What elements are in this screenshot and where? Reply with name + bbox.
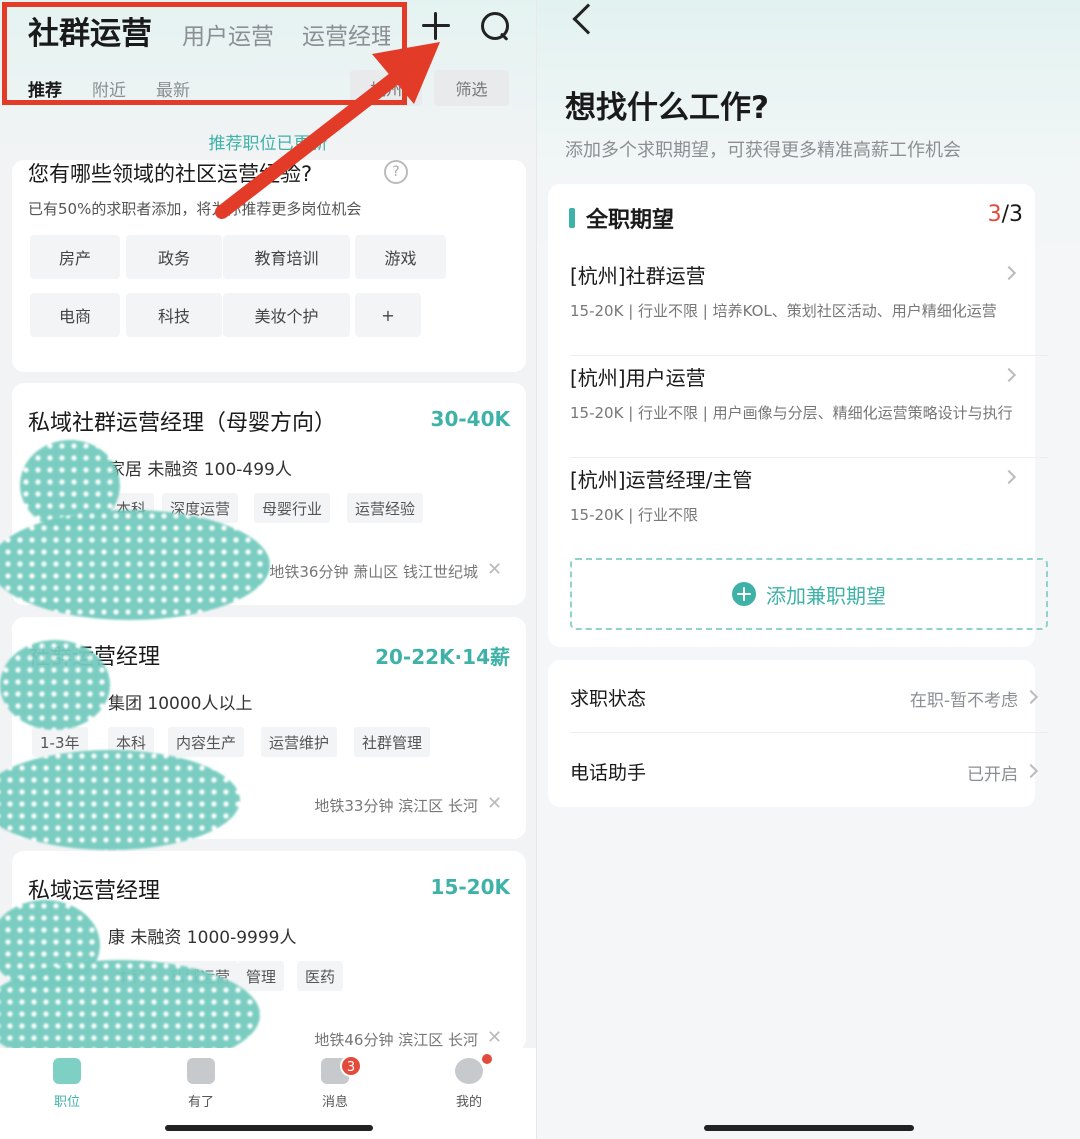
job-title: 私域社群运营经理（母婴方向） (28, 411, 337, 436)
chevron-right-icon (1001, 367, 1017, 383)
subtab-latest[interactable]: 最新 (156, 76, 190, 101)
chevron-right-icon (1001, 265, 1017, 281)
job-status-value: 在职-暂不考虑 (909, 691, 1018, 711)
job-tag: 运营经验 (347, 493, 424, 523)
left-screen: 社群运营 用户运营 运营经理 推荐 附近 最新 杭州 筛选 推荐职位已更新 您有… (0, 0, 536, 1139)
survey-tag[interactable]: 科技 (126, 293, 222, 337)
page-title: 想找什么工作? (565, 90, 769, 126)
close-icon[interactable]: ✕ (487, 793, 502, 814)
survey-tag[interactable]: 游戏 (355, 235, 446, 279)
discover-icon (187, 1058, 215, 1084)
job-tag: 运营维护 (261, 727, 338, 757)
job-tag: 内容生产 (168, 727, 245, 757)
profile-red-dot (482, 1054, 492, 1064)
subtab-nearby[interactable]: 附近 (92, 76, 126, 101)
right-screen: 想找什么工作? 添加多个求职期望，可获得更多精准高薪工作机会 全职期望 3/3 … (537, 0, 1080, 1139)
city-filter-button[interactable]: 杭州 (350, 70, 422, 106)
settings-card: 求职状态 在职-暂不考虑 电话助手 已开启 (548, 660, 1048, 807)
back-chevron-icon[interactable] (572, 3, 604, 35)
survey-tag[interactable]: 房产 (30, 235, 120, 279)
section-title: 全职期望 (586, 208, 675, 233)
phone-assistant-label: 电话助手 (570, 762, 647, 784)
help-icon[interactable]: ? (384, 160, 408, 184)
job-salary: 20-22K·14薪 (375, 645, 510, 669)
message-badge: 3 (340, 1055, 362, 1077)
job-tag: 医药 (297, 961, 344, 991)
tab-discover[interactable]: 有了 (134, 1048, 268, 1128)
page-subtitle: 添加多个求职期望，可获得更多精准高薪工作机会 (565, 140, 961, 161)
refresh-notice: 推荐职位已更新 (208, 134, 328, 154)
job-intent-tabs: 社群运营 用户运营 运营经理 (28, 8, 418, 52)
count-total: /3 (1001, 202, 1023, 227)
add-parttime-label: 添加兼职期望 (766, 583, 886, 608)
expectation-item[interactable]: [杭州]用户运营 15-20K | 行业不限 | 用户画像与分层、精细化运营策略… (570, 356, 1048, 458)
expectation-count: 3/3 (988, 202, 1023, 227)
section-accent-bar (569, 208, 575, 228)
tab-label: 消息 (321, 1095, 348, 1110)
privacy-mask (0, 510, 270, 620)
expectation-item[interactable]: [杭州]运营经理/主管 15-20K | 行业不限 (570, 458, 1048, 560)
tab-messages[interactable]: 消息 (268, 1048, 402, 1128)
jobs-icon (53, 1058, 81, 1084)
survey-hint: 已有50%的求职者添加，将为你推荐更多岗位机会 (28, 200, 362, 218)
chevron-right-icon (1001, 469, 1017, 485)
expectation-item[interactable]: [杭州]社群运营 15-20K | 行业不限 | 培养KOL、策划社区活动、用户… (570, 254, 1048, 356)
job-tag: 社群管理 (354, 727, 431, 757)
tab-ops-manager[interactable]: 运营经理 (302, 17, 390, 51)
company-info: 集团 10000人以上 (108, 694, 253, 714)
survey-question: 您有哪些领域的社区运营经验? (28, 162, 313, 186)
add-tag-button[interactable]: + (355, 293, 421, 337)
phone-assistant-value: 已开启 (967, 765, 1018, 785)
subtab-recommend[interactable]: 推荐 (28, 76, 62, 101)
close-icon[interactable]: ✕ (487, 559, 502, 580)
add-intent-icon[interactable] (420, 10, 452, 42)
job-tag: 管理 (238, 961, 285, 991)
tab-jobs[interactable]: 职位 (0, 1048, 134, 1128)
job-salary: 15-20K (430, 875, 510, 899)
fulltime-expectation-card: 全职期望 3/3 [杭州]社群运营 15-20K | 行业不限 | 培养KOL、… (548, 184, 1048, 647)
add-parttime-button[interactable]: 添加兼职期望 (570, 558, 1048, 630)
tab-label: 职位 (53, 1095, 80, 1110)
expectation-name: [杭州]用户运营 (570, 366, 706, 390)
expectation-name: [杭州]运营经理/主管 (570, 468, 753, 492)
survey-tag[interactable]: 教育培训 (223, 235, 350, 279)
job-status-label: 求职状态 (570, 688, 647, 710)
profile-icon (455, 1058, 483, 1084)
experience-survey-card: 您有哪些领域的社区运营经验? ? 已有50%的求职者添加，将为你推荐更多岗位机会… (12, 160, 526, 372)
survey-tag[interactable]: 政务 (126, 235, 222, 279)
close-icon[interactable]: ✕ (487, 1027, 502, 1048)
tab-label: 我的 (455, 1095, 482, 1110)
job-tag: 母婴行业 (254, 493, 331, 523)
sort-tabs: 推荐 附近 最新 (28, 76, 220, 101)
survey-tag[interactable]: 电商 (30, 293, 120, 337)
company-info: 康 未融资 1000-9999人 (108, 928, 297, 948)
expectation-desc: 15-20K | 行业不限 | 用户画像与分层、精细化运营策略设计与执行 (570, 404, 1013, 422)
job-salary: 30-40K (430, 407, 510, 431)
tab-label: 有了 (187, 1095, 214, 1110)
home-indicator (165, 1125, 373, 1131)
expectation-desc: 15-20K | 行业不限 | 培养KOL、策划社区活动、用户精细化运营 (570, 302, 997, 320)
tab-profile[interactable]: 我的 (402, 1048, 536, 1128)
expectation-name: [杭州]社群运营 (570, 264, 706, 288)
home-indicator (704, 1125, 914, 1131)
plus-circle-icon (732, 582, 756, 606)
chevron-right-icon (1023, 689, 1039, 705)
company-info: 家居 未融资 100-499人 (108, 460, 292, 480)
chevron-right-icon (1023, 763, 1039, 779)
privacy-mask (0, 640, 110, 730)
filter-button[interactable]: 筛选 (434, 70, 509, 106)
expectation-desc: 15-20K | 行业不限 (570, 506, 699, 524)
tab-community-ops[interactable]: 社群运营 (28, 8, 152, 53)
phone-assistant-row[interactable]: 电话助手 已开启 (570, 734, 1048, 807)
survey-tag[interactable]: 美妆个护 (223, 293, 350, 337)
search-icon[interactable] (480, 11, 510, 41)
count-current: 3 (987, 202, 1002, 227)
tab-user-ops[interactable]: 用户运营 (182, 17, 274, 51)
job-status-row[interactable]: 求职状态 在职-暂不考虑 (570, 660, 1048, 733)
